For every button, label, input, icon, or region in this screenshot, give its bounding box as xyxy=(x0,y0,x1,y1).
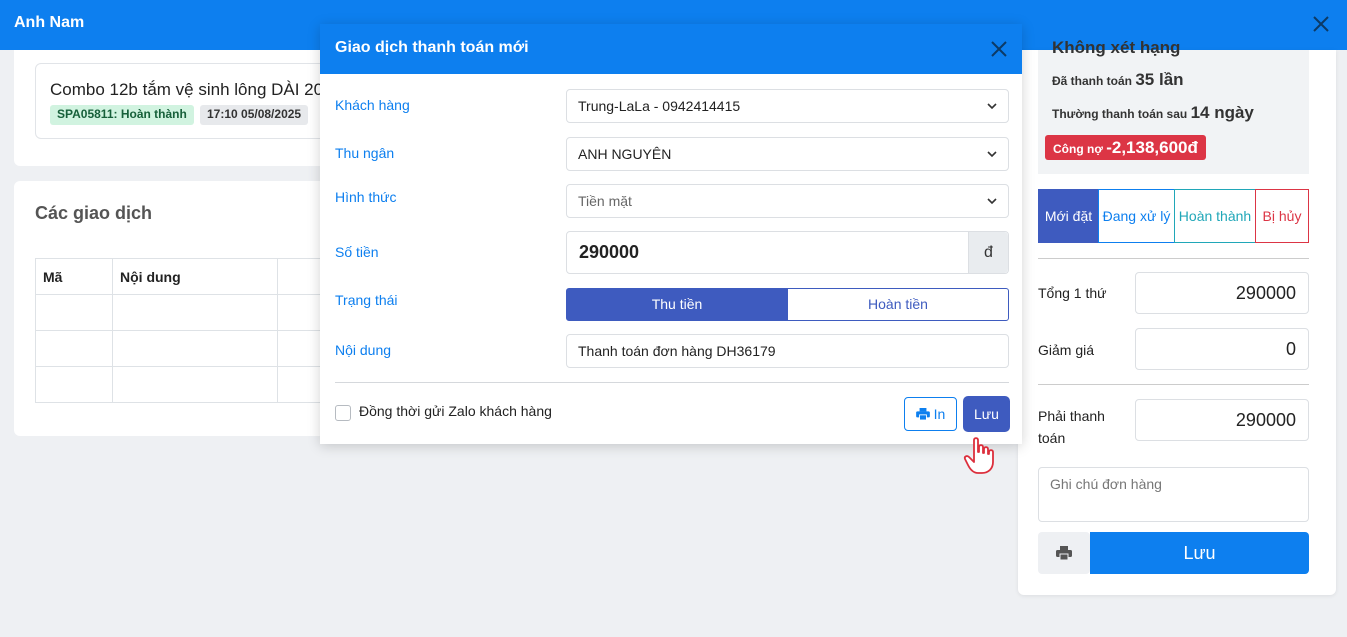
tab-processing[interactable]: Đang xử lý xyxy=(1098,189,1175,243)
divider xyxy=(1038,258,1309,259)
status-badge: SPA05811: Hoàn thành xyxy=(50,105,194,125)
order-summary-panel: Không xét hạng Đã thanh toán 35 lần Thườ… xyxy=(1018,38,1336,595)
cycle-value: 14 ngày xyxy=(1190,103,1254,122)
window-title: Anh Nam xyxy=(14,14,85,31)
payable-label: Phải thanh toán xyxy=(1038,408,1105,446)
paid-label: Đã thanh toán xyxy=(1052,74,1132,88)
chevron-down-icon xyxy=(987,151,997,158)
rank-title: Không xét hạng xyxy=(1052,38,1181,57)
order-status-tabs: Mới đặt Đang xử lý Hoàn thành Bị hủy xyxy=(1038,189,1310,243)
transactions-table: Mã Nội dung xyxy=(35,258,335,403)
debt-label: Công nợ xyxy=(1053,142,1103,156)
collect-option[interactable]: Thu tiền xyxy=(566,288,788,321)
payment-modal: Giao dịch thanh toán mới Khách hàng Trun… xyxy=(320,24,1022,444)
table-row xyxy=(35,330,335,367)
content-label: Nội dung xyxy=(335,342,392,358)
amount-input[interactable]: 290000 đ xyxy=(566,231,1009,274)
chevron-down-icon xyxy=(987,198,997,205)
currency-unit: đ xyxy=(968,232,1008,273)
method-label: Hình thức xyxy=(335,189,397,205)
time-badge: 17:10 05/08/2025 xyxy=(200,105,309,125)
divider xyxy=(1038,384,1309,385)
amount-value: 290000 xyxy=(579,242,640,262)
col-header-content: Nội dung xyxy=(112,258,278,295)
save-order-button[interactable]: Lưu xyxy=(1090,532,1309,574)
hand-cursor-icon xyxy=(963,437,994,474)
save-button[interactable]: Lưu xyxy=(964,397,1009,431)
payment-cycle: Thường thanh toán sau 14 ngày xyxy=(1052,103,1254,123)
printer-icon xyxy=(1056,546,1072,560)
transactions-heading: Các giao dịch xyxy=(35,203,153,223)
zalo-checkbox[interactable] xyxy=(335,405,351,421)
subtotal-input[interactable]: 290000 xyxy=(1135,272,1309,314)
close-icon[interactable] xyxy=(1307,10,1335,38)
transactions-card: Các giao dịch Mã Nội dung xyxy=(14,181,335,436)
product-item[interactable]: Combo 12b tắm vệ sinh lông DÀI 20 SPA058… xyxy=(35,63,345,139)
customer-label: Khách hàng xyxy=(335,97,410,113)
order-note-field[interactable]: Ghi chú đơn hàng xyxy=(1038,467,1309,522)
debt-value: -2,138,600đ xyxy=(1106,138,1198,157)
product-name: Combo 12b tắm vệ sinh lông DÀI 20 xyxy=(50,80,324,99)
content-input[interactable]: Thanh toán đơn hàng DH36179 xyxy=(566,334,1009,368)
cashier-select[interactable]: ANH NGUYÊN xyxy=(566,137,1009,171)
discount-label: Giảm giá xyxy=(1038,342,1095,358)
discount-input[interactable]: 0 xyxy=(1135,328,1309,370)
paid-value: 35 lần xyxy=(1135,70,1184,89)
table-row xyxy=(35,366,335,403)
table-row xyxy=(35,294,335,331)
paid-count: Đã thanh toán 35 lần xyxy=(1052,70,1184,90)
method-value: Tiền mặt xyxy=(578,193,632,209)
refund-option[interactable]: Hoàn tiền xyxy=(787,288,1009,321)
customer-value: Trung-LaLa - 0942414415 xyxy=(578,98,741,114)
close-icon[interactable] xyxy=(986,36,1012,62)
zalo-checkbox-label: Đồng thời gửi Zalo khách hàng xyxy=(359,403,552,419)
print-label: In xyxy=(933,406,946,422)
customer-select[interactable]: Trung-LaLa - 0942414415 xyxy=(566,89,1009,123)
status-label: Trạng thái xyxy=(335,292,398,308)
divider xyxy=(335,382,1009,383)
modal-title: Giao dịch thanh toán mới xyxy=(335,39,529,56)
table-header-row: Mã Nội dung xyxy=(35,258,335,295)
tab-cancelled[interactable]: Bị hủy xyxy=(1255,189,1309,243)
status-toggle: Thu tiền Hoàn tiền xyxy=(566,288,1009,321)
tab-completed[interactable]: Hoàn thành xyxy=(1174,189,1256,243)
print-order-button[interactable] xyxy=(1038,532,1090,574)
subtotal-label: Tổng 1 thứ xyxy=(1038,285,1107,301)
print-button[interactable]: In xyxy=(904,397,957,431)
payable-input[interactable]: 290000 xyxy=(1135,399,1309,441)
col-header-code: Mã xyxy=(35,258,113,295)
debt-badge: Công nợ -2,138,600đ xyxy=(1045,135,1206,160)
tab-new[interactable]: Mới đặt xyxy=(1038,189,1099,243)
amount-label: Số tiền xyxy=(335,244,379,260)
printer-icon xyxy=(915,408,930,420)
cashier-label: Thu ngân xyxy=(335,145,395,161)
customer-rank-box: Không xét hạng Đã thanh toán 35 lần Thườ… xyxy=(1038,38,1309,174)
modal-header: Giao dịch thanh toán mới xyxy=(320,24,1022,74)
method-select[interactable]: Tiền mặt xyxy=(566,184,1009,218)
product-card: Combo 12b tắm vệ sinh lông DÀI 20 SPA058… xyxy=(14,50,345,166)
cashier-value: ANH NGUYÊN xyxy=(578,146,672,162)
chevron-down-icon xyxy=(987,103,997,110)
cycle-label: Thường thanh toán sau xyxy=(1052,107,1188,121)
